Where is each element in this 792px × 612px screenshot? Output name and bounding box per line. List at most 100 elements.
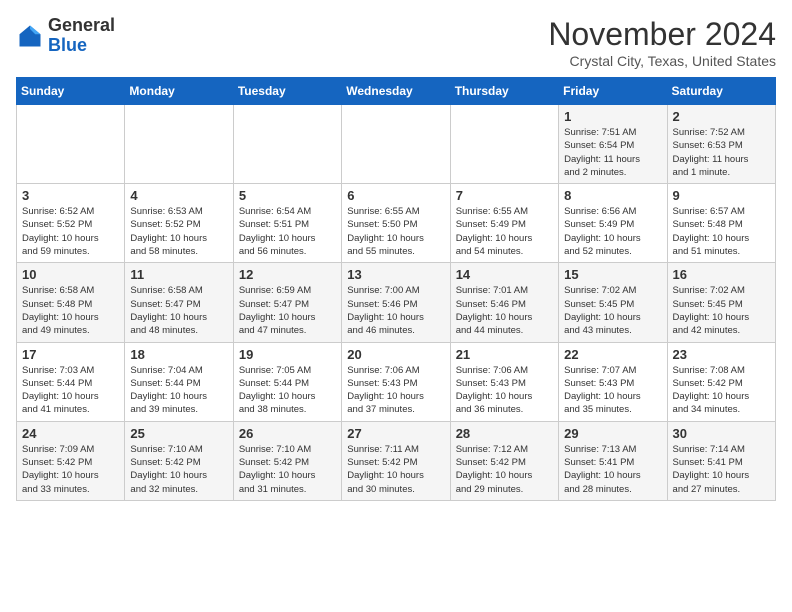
day-info: Sunrise: 6:52 AM Sunset: 5:52 PM Dayligh… [22,205,119,258]
calendar-cell: 22 Sunrise: 7:07 AM Sunset: 5:43 PM Dayli… [559,342,667,421]
calendar-table: SundayMondayTuesdayWednesdayThursdayFrid… [16,77,776,501]
calendar-cell: 10Sunrise: 6:58 AM Sunset: 5:48 PM Dayli… [17,263,125,342]
page-header: General Blue November 2024 Crystal City,… [16,16,776,69]
day-number: 13 [347,267,444,282]
calendar-cell: 23 Sunrise: 7:08 AM Sunset: 5:42 PM Dayli… [667,342,775,421]
day-info: Sunrise: 7:12 AM Sunset: 5:42 PM Dayligh… [456,443,553,496]
calendar-cell: 9 Sunrise: 6:57 AM Sunset: 5:48 PM Daylig… [667,184,775,263]
day-number: 26 [239,426,336,441]
day-info: Sunrise: 7:10 AM Sunset: 5:42 PM Dayligh… [239,443,336,496]
calendar-cell: 28 Sunrise: 7:12 AM Sunset: 5:42 PM Dayli… [450,421,558,500]
day-info: Sunrise: 7:08 AM Sunset: 5:42 PM Dayligh… [673,364,770,417]
day-number: 24 [22,426,119,441]
weekday-header: Saturday [667,78,775,105]
day-number: 9 [673,188,770,203]
day-number: 11 [130,267,227,282]
day-number: 16 [673,267,770,282]
calendar-cell: 20 Sunrise: 7:06 AM Sunset: 5:43 PM Dayli… [342,342,450,421]
day-number: 20 [347,347,444,362]
calendar-week-row: 3Sunrise: 6:52 AM Sunset: 5:52 PM Daylig… [17,184,776,263]
day-info: Sunrise: 7:14 AM Sunset: 5:41 PM Dayligh… [673,443,770,496]
day-number: 6 [347,188,444,203]
day-info: Sunrise: 6:57 AM Sunset: 5:48 PM Dayligh… [673,205,770,258]
day-info: Sunrise: 6:59 AM Sunset: 5:47 PM Dayligh… [239,284,336,337]
calendar-cell [17,105,125,184]
weekday-header: Thursday [450,78,558,105]
calendar-cell: 13 Sunrise: 7:00 AM Sunset: 5:46 PM Dayli… [342,263,450,342]
calendar-cell: 15 Sunrise: 7:02 AM Sunset: 5:45 PM Dayli… [559,263,667,342]
weekday-header: Sunday [17,78,125,105]
day-number: 29 [564,426,661,441]
month-title: November 2024 [548,16,776,53]
day-info: Sunrise: 7:05 AM Sunset: 5:44 PM Dayligh… [239,364,336,417]
weekday-header: Monday [125,78,233,105]
calendar-cell: 16 Sunrise: 7:02 AM Sunset: 5:45 PM Dayli… [667,263,775,342]
title-block: November 2024 Crystal City, Texas, Unite… [548,16,776,69]
calendar-cell: 24Sunrise: 7:09 AM Sunset: 5:42 PM Dayli… [17,421,125,500]
logo-blue: Blue [48,35,87,55]
day-info: Sunrise: 6:54 AM Sunset: 5:51 PM Dayligh… [239,205,336,258]
calendar-cell: 8Sunrise: 6:56 AM Sunset: 5:49 PM Daylig… [559,184,667,263]
day-info: Sunrise: 7:51 AM Sunset: 6:54 PM Dayligh… [564,126,661,179]
logo-general: General [48,15,115,35]
day-number: 23 [673,347,770,362]
calendar-cell: 2 Sunrise: 7:52 AM Sunset: 6:53 PM Daylig… [667,105,775,184]
location-subtitle: Crystal City, Texas, United States [548,53,776,69]
day-info: Sunrise: 6:53 AM Sunset: 5:52 PM Dayligh… [130,205,227,258]
calendar-cell [342,105,450,184]
calendar-cell: 25Sunrise: 7:10 AM Sunset: 5:42 PM Dayli… [125,421,233,500]
day-info: Sunrise: 7:10 AM Sunset: 5:42 PM Dayligh… [130,443,227,496]
day-info: Sunrise: 7:02 AM Sunset: 5:45 PM Dayligh… [673,284,770,337]
calendar-cell [233,105,341,184]
day-number: 7 [456,188,553,203]
calendar-cell: 27Sunrise: 7:11 AM Sunset: 5:42 PM Dayli… [342,421,450,500]
calendar-week-row: 1 Sunrise: 7:51 AM Sunset: 6:54 PM Daylig… [17,105,776,184]
weekday-header: Wednesday [342,78,450,105]
calendar-cell: 19 Sunrise: 7:05 AM Sunset: 5:44 PM Dayli… [233,342,341,421]
day-info: Sunrise: 7:02 AM Sunset: 5:45 PM Dayligh… [564,284,661,337]
day-number: 5 [239,188,336,203]
day-info: Sunrise: 7:06 AM Sunset: 5:43 PM Dayligh… [347,364,444,417]
calendar-cell [450,105,558,184]
logo-icon [16,22,44,50]
day-number: 15 [564,267,661,282]
day-number: 19 [239,347,336,362]
calendar-week-row: 17Sunrise: 7:03 AM Sunset: 5:44 PM Dayli… [17,342,776,421]
weekday-header: Tuesday [233,78,341,105]
calendar-cell: 21Sunrise: 7:06 AM Sunset: 5:43 PM Dayli… [450,342,558,421]
day-number: 2 [673,109,770,124]
calendar-cell: 12 Sunrise: 6:59 AM Sunset: 5:47 PM Dayli… [233,263,341,342]
day-number: 10 [22,267,119,282]
calendar-week-row: 24Sunrise: 7:09 AM Sunset: 5:42 PM Dayli… [17,421,776,500]
day-info: Sunrise: 6:56 AM Sunset: 5:49 PM Dayligh… [564,205,661,258]
calendar-header-row: SundayMondayTuesdayWednesdayThursdayFrid… [17,78,776,105]
calendar-cell: 7 Sunrise: 6:55 AM Sunset: 5:49 PM Daylig… [450,184,558,263]
logo: General Blue [16,16,115,56]
calendar-cell: 3Sunrise: 6:52 AM Sunset: 5:52 PM Daylig… [17,184,125,263]
day-number: 12 [239,267,336,282]
weekday-header: Friday [559,78,667,105]
day-info: Sunrise: 6:58 AM Sunset: 5:47 PM Dayligh… [130,284,227,337]
calendar-cell: 6 Sunrise: 6:55 AM Sunset: 5:50 PM Daylig… [342,184,450,263]
calendar-cell: 18Sunrise: 7:04 AM Sunset: 5:44 PM Dayli… [125,342,233,421]
calendar-cell: 11 Sunrise: 6:58 AM Sunset: 5:47 PM Dayli… [125,263,233,342]
calendar-cell: 29Sunrise: 7:13 AM Sunset: 5:41 PM Dayli… [559,421,667,500]
day-number: 22 [564,347,661,362]
day-number: 1 [564,109,661,124]
day-info: Sunrise: 6:55 AM Sunset: 5:50 PM Dayligh… [347,205,444,258]
calendar-cell: 26 Sunrise: 7:10 AM Sunset: 5:42 PM Dayli… [233,421,341,500]
day-info: Sunrise: 6:55 AM Sunset: 5:49 PM Dayligh… [456,205,553,258]
day-info: Sunrise: 7:07 AM Sunset: 5:43 PM Dayligh… [564,364,661,417]
day-number: 28 [456,426,553,441]
calendar-cell: 17Sunrise: 7:03 AM Sunset: 5:44 PM Dayli… [17,342,125,421]
day-number: 27 [347,426,444,441]
day-info: Sunrise: 7:06 AM Sunset: 5:43 PM Dayligh… [456,364,553,417]
day-number: 17 [22,347,119,362]
calendar-cell: 5 Sunrise: 6:54 AM Sunset: 5:51 PM Daylig… [233,184,341,263]
day-info: Sunrise: 7:52 AM Sunset: 6:53 PM Dayligh… [673,126,770,179]
day-number: 14 [456,267,553,282]
day-number: 30 [673,426,770,441]
calendar-week-row: 10Sunrise: 6:58 AM Sunset: 5:48 PM Dayli… [17,263,776,342]
day-info: Sunrise: 7:00 AM Sunset: 5:46 PM Dayligh… [347,284,444,337]
calendar-cell [125,105,233,184]
